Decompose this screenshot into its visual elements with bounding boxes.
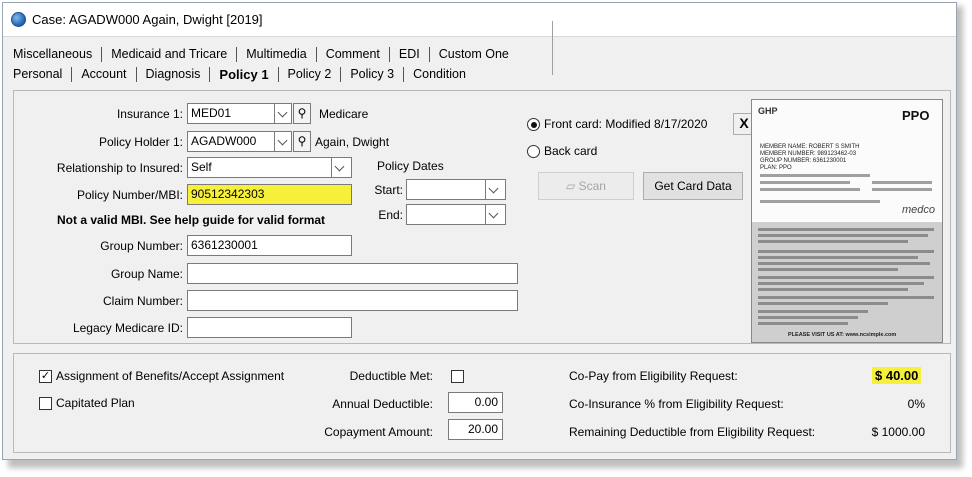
card-front-section: GHP PPO MEMBER NAME: ROBERT S SMITH MEMB… — [752, 100, 942, 220]
tab-edi[interactable]: EDI — [395, 47, 424, 61]
relationship-label: Relationship to Insured: — [56, 161, 183, 175]
remaining-deductible-label: Remaining Deductible from Eligibility Re… — [569, 425, 816, 439]
copayment-amount-input[interactable]: 20.00 — [448, 419, 503, 440]
card-footer: PLEASE VISIT US AT: www.ncsimple.com — [788, 332, 897, 338]
card-plan: PLAN: PPO — [760, 165, 792, 171]
policy-holder-name: Again, Dwight — [315, 135, 390, 149]
end-date-dropdown[interactable] — [486, 204, 506, 225]
card-brand-logo: GHP — [758, 106, 778, 116]
card-group-number: GROUP NUMBER: 6361230001 — [760, 158, 847, 164]
group-number-label: Group Number: — [100, 239, 183, 253]
start-date-input[interactable] — [406, 179, 486, 200]
tab-policy-3[interactable]: Policy 3 — [346, 67, 398, 81]
copay-eligibility-value: $ 40.00 — [872, 367, 922, 384]
start-date-label: Start: — [374, 183, 403, 197]
insurance-dropdown[interactable] — [275, 103, 292, 124]
policy-holder-label: Policy Holder 1: — [98, 135, 183, 149]
scan-button-label: Scan — [578, 179, 606, 193]
group-number-input[interactable]: 6361230001 — [187, 235, 352, 256]
card-plan-type: PPO — [902, 108, 930, 123]
tab-account[interactable]: Account — [77, 67, 130, 81]
capitated-plan-checkbox[interactable] — [39, 397, 52, 410]
chevron-down-icon — [488, 208, 499, 219]
card-back-section: PLEASE VISIT US AT: www.ncsimple.com — [752, 222, 942, 342]
front-card-radio[interactable] — [527, 118, 540, 131]
coinsurance-label: Co-Insurance % from Eligibility Request: — [569, 397, 784, 411]
search-icon: ⚲ — [297, 106, 307, 120]
relationship-select[interactable]: Self — [187, 157, 332, 178]
chevron-down-icon — [334, 161, 345, 172]
chevron-down-icon — [277, 135, 288, 146]
get-card-data-button[interactable]: Get Card Data — [643, 172, 743, 200]
annual-deductible-input[interactable]: 0.00 — [448, 392, 503, 413]
card-member-number: MEMBER NUMBER: 989123462-03 — [760, 151, 857, 157]
close-icon: X — [739, 115, 749, 131]
insurance-code-input[interactable]: MED01 — [187, 103, 275, 124]
insurance-name: Medicare — [319, 107, 369, 121]
end-date-input[interactable] — [406, 204, 486, 225]
chevron-down-icon — [488, 183, 499, 194]
policy-holder-dropdown[interactable] — [275, 131, 292, 152]
policy-number-input[interactable]: 90512342303 — [187, 184, 352, 205]
policy-holder-lookup-button[interactable]: ⚲ — [293, 131, 311, 152]
scanner-icon: ▱ — [566, 179, 576, 193]
case-window: Case: AGADW000 Again, Dwight [2019] Misc… — [2, 2, 957, 460]
end-date-label: End: — [378, 208, 403, 222]
group-name-input[interactable] — [187, 263, 518, 284]
card-member-name: MEMBER NAME: ROBERT S SMITH — [760, 144, 860, 150]
start-date-dropdown[interactable] — [486, 179, 506, 200]
assignment-label: Assignment of Benefits/Accept Assignment — [56, 369, 285, 383]
assignment-checkbox[interactable]: ✓ — [39, 370, 52, 383]
back-card-radio[interactable] — [527, 145, 540, 158]
tab-policy-2[interactable]: Policy 2 — [284, 67, 336, 81]
tab-row-bottom: Personal Account Diagnosis Policy 1 Poli… — [9, 65, 470, 83]
insurance-card-image: GHP PPO MEMBER NAME: ROBERT S SMITH MEMB… — [751, 99, 943, 343]
tab-medicaid-tricare[interactable]: Medicaid and Tricare — [107, 47, 231, 61]
relationship-dropdown[interactable] — [332, 157, 352, 178]
legacy-medicare-input[interactable] — [187, 317, 352, 338]
capitated-plan-label: Capitated Plan — [56, 396, 135, 410]
tab-custom-one[interactable]: Custom One — [435, 47, 513, 61]
policy-holder-input[interactable]: AGADW000 — [187, 131, 275, 152]
remaining-deductible-value: $ 1000.00 — [871, 425, 925, 439]
group-name-label: Group Name: — [110, 267, 183, 281]
claim-number-label: Claim Number: — [102, 294, 183, 308]
insurance-label: Insurance 1: — [116, 107, 183, 121]
search-icon: ⚲ — [297, 134, 307, 148]
chevron-down-icon — [277, 107, 288, 118]
insurance-lookup-button[interactable]: ⚲ — [293, 103, 311, 124]
back-card-label: Back card — [544, 144, 598, 158]
deductible-met-checkbox[interactable] — [451, 370, 464, 383]
front-card-label: Front card: Modified 8/17/2020 — [544, 117, 708, 131]
tab-miscellaneous[interactable]: Miscellaneous — [9, 47, 96, 61]
scan-button[interactable]: ▱ Scan — [538, 172, 634, 200]
coinsurance-value: 0% — [907, 397, 925, 411]
tab-row-top: Miscellaneous Medicaid and Tricare Multi… — [9, 45, 513, 63]
tab-policy-1[interactable]: Policy 1 — [215, 67, 272, 82]
copay-eligibility-label: Co-Pay from Eligibility Request: — [569, 369, 738, 383]
tab-personal[interactable]: Personal — [9, 67, 66, 81]
legacy-medicare-label: Legacy Medicare ID: — [72, 321, 183, 335]
deductible-met-label: Deductible Met: — [349, 369, 433, 383]
tab-diagnosis[interactable]: Diagnosis — [142, 67, 205, 81]
mbi-warning: Not a valid MBI. See help guide for vali… — [57, 213, 326, 227]
card-partner-logo: medco — [902, 204, 936, 216]
annual-deductible-label: Annual Deductible: — [332, 397, 433, 411]
tab-condition[interactable]: Condition — [409, 67, 470, 81]
copayment-amount-label: Copayment Amount: — [324, 425, 433, 439]
tab-multimedia[interactable]: Multimedia — [242, 47, 310, 61]
policy-dates-label: Policy Dates — [377, 159, 444, 173]
policy-number-label: Policy Number/MBI: — [76, 188, 183, 202]
claim-number-input[interactable] — [187, 290, 518, 311]
tab-comment[interactable]: Comment — [322, 47, 384, 61]
